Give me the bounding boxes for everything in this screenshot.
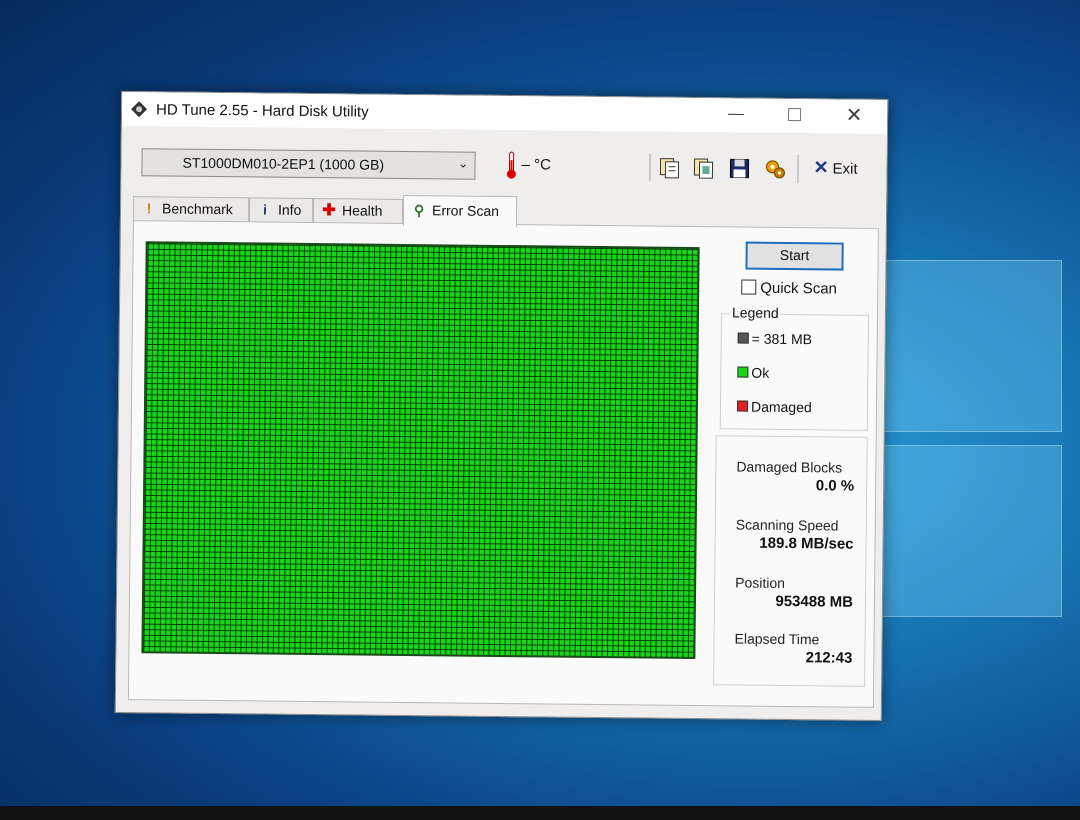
chevron-down-icon: ⌄ (457, 155, 469, 171)
toolbar-divider (649, 153, 651, 182)
options-icon[interactable] (763, 157, 787, 181)
tab-error-scan[interactable]: ⚲ Error Scan (402, 194, 518, 228)
damaged-blocks-value: 0.0 % (815, 477, 855, 495)
legend-block-size: = 381 MB (737, 330, 813, 348)
position-value: 953488 MB (775, 592, 854, 611)
save-icon[interactable] (727, 156, 751, 180)
app-icon (131, 101, 148, 118)
legend-title: Legend (729, 304, 781, 321)
start-button[interactable]: Start (745, 241, 844, 271)
temperature-readout: – °C (521, 156, 551, 174)
tab-label: Error Scan (431, 202, 500, 219)
hdtune-window: HD Tune 2.55 - Hard Disk Utility — ✕ ST1… (114, 91, 889, 721)
info-icon: i (263, 201, 268, 218)
damaged-swatch (736, 400, 749, 412)
tab-label: Health (341, 202, 383, 219)
quick-scan-checkbox[interactable]: Quick Scan (741, 279, 838, 298)
toolbar-divider (797, 155, 799, 184)
thermometer-icon (506, 151, 516, 179)
elapsed-time-value: 212:43 (805, 649, 853, 667)
damaged-blocks-label: Damaged Blocks (736, 458, 843, 476)
tab-label: Benchmark (161, 200, 233, 218)
screen-bezel (0, 806, 1080, 820)
scan-block-map (141, 241, 700, 660)
tab-info[interactable]: i Info (248, 197, 314, 224)
magnifier-icon: ⚲ (413, 202, 425, 219)
ok-swatch (737, 366, 749, 378)
scan-stats-group: Damaged Blocks 0.0 % Scanning Speed 189.… (713, 435, 868, 687)
tab-benchmark[interactable]: ! Benchmark (132, 196, 250, 223)
block-swatch (737, 332, 749, 344)
close-button[interactable]: ✕ (825, 99, 883, 134)
drive-select[interactable]: ST1000DM010-2EP1 (1000 GB) ⌄ (141, 148, 476, 180)
legend-damaged-label: Damaged (750, 398, 812, 416)
exit-button[interactable]: ✕ Exit (813, 157, 857, 181)
elapsed-time-label: Elapsed Time (734, 630, 820, 648)
tab-health[interactable]: ✚ Health (312, 198, 404, 224)
tab-label: Info (277, 201, 302, 218)
legend-damaged: Damaged (736, 398, 812, 416)
health-icon: ✚ (322, 202, 336, 220)
drive-select-value: ST1000DM010-2EP1 (1000 GB) (182, 154, 385, 173)
scanning-speed-value: 189.8 MB/sec (759, 534, 854, 553)
legend-group: Legend = 381 MB Ok Damaged (719, 304, 869, 431)
toolbar: ST1000DM010-2EP1 (1000 GB) ⌄ – °C ✕ Exit (121, 126, 887, 193)
maximize-icon (787, 108, 801, 122)
legend-ok: Ok (737, 364, 770, 381)
error-scan-panel: Start Quick Scan Legend = 381 MB Ok Dama… (127, 220, 879, 708)
copy-all-icon[interactable] (691, 156, 715, 180)
maximize-button[interactable] (765, 99, 823, 134)
window-title: HD Tune 2.55 - Hard Disk Utility (155, 101, 369, 121)
exit-label: Exit (832, 160, 858, 178)
exit-icon: ✕ (813, 157, 829, 178)
benchmark-icon: ! (146, 200, 152, 217)
checkbox-box[interactable] (741, 279, 757, 295)
scan-blocks-ok (143, 243, 698, 658)
legend-ok-label: Ok (751, 364, 770, 381)
position-label: Position (735, 574, 786, 591)
quick-scan-label: Quick Scan (760, 279, 838, 298)
legend-block-size-label: = 381 MB (751, 330, 813, 348)
scanning-speed-label: Scanning Speed (735, 516, 839, 534)
minimize-button[interactable]: — (707, 98, 765, 133)
copy-info-icon[interactable] (657, 156, 681, 180)
